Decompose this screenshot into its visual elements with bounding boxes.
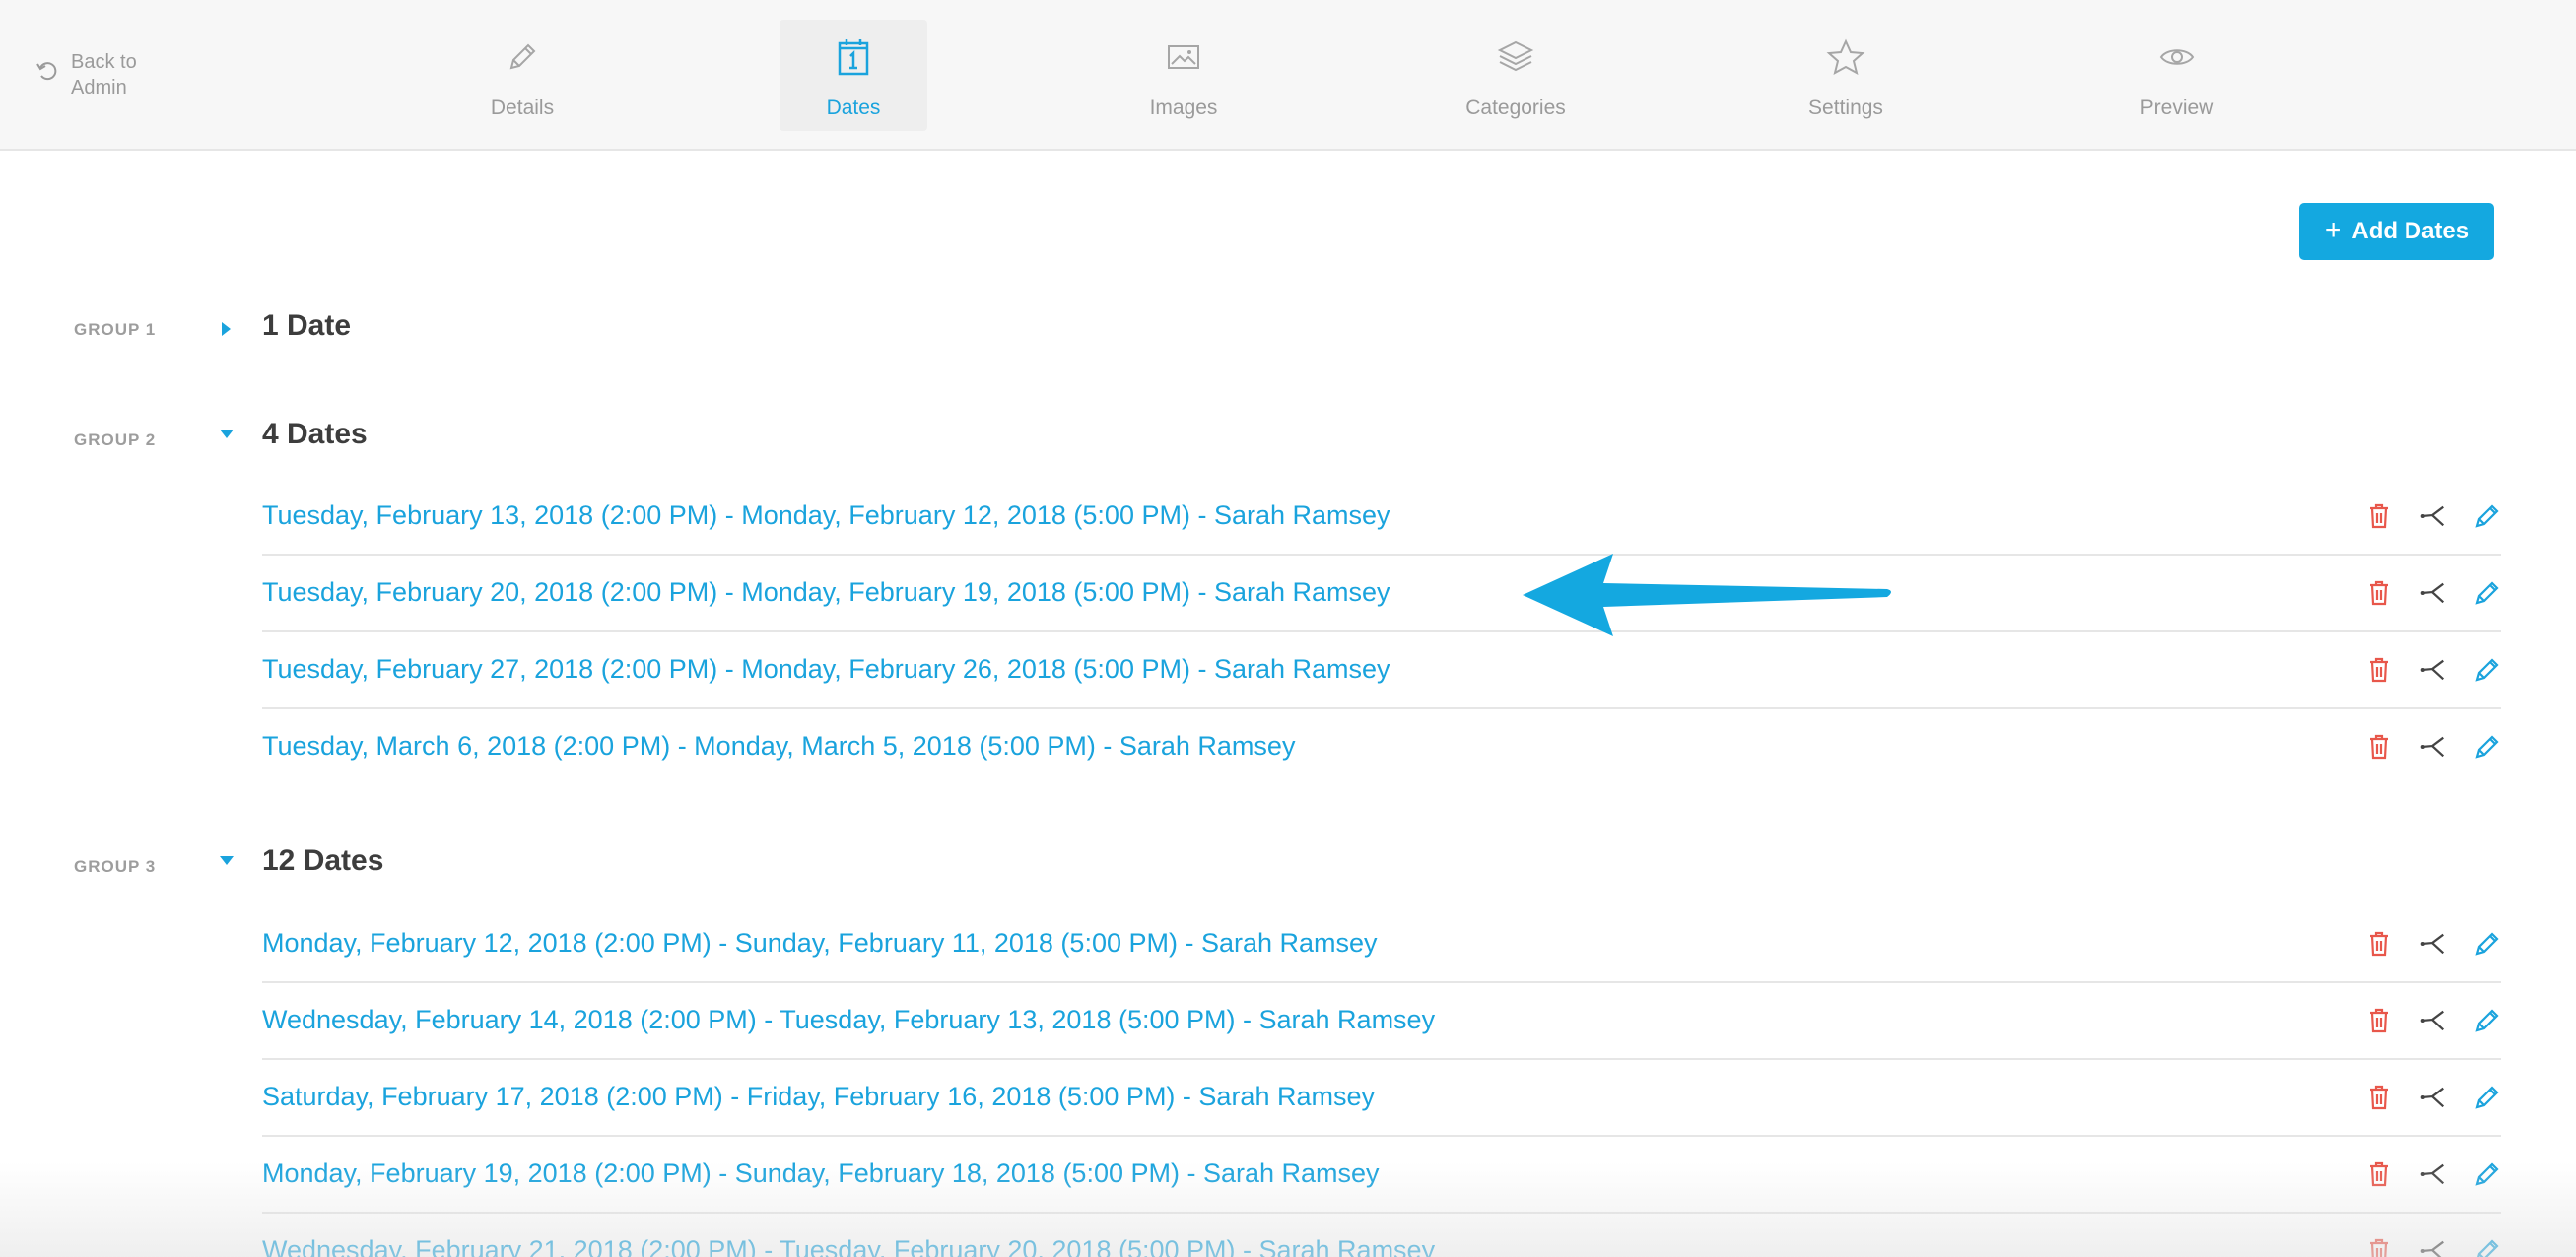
date-row-link[interactable]: Monday, February 12, 2018 (2:00 PM) - Su… bbox=[262, 928, 1378, 959]
arrow-left-icon bbox=[1523, 554, 1891, 636]
add-dates-button[interactable]: + Add Dates bbox=[2299, 203, 2494, 260]
undo-icon bbox=[36, 62, 57, 81]
date-row-link[interactable]: Tuesday, February 13, 2018 (2:00 PM) - M… bbox=[262, 500, 1390, 531]
tab-images-label: Images bbox=[1149, 97, 1218, 119]
eye-icon bbox=[2158, 35, 2196, 79]
group-2-title[interactable]: 4 Dates bbox=[262, 418, 368, 451]
date-row: Tuesday, March 6, 2018 (2:00 PM) - Monda… bbox=[262, 709, 2501, 786]
date-row: Monday, February 19, 2018 (2:00 PM) - Su… bbox=[262, 1137, 2501, 1214]
back-to-admin-label: Back to Admin bbox=[71, 51, 137, 99]
date-row: Wednesday, February 21, 2018 (2:00 PM) -… bbox=[262, 1214, 2501, 1257]
trash-icon[interactable] bbox=[2365, 1235, 2393, 1257]
edit-pencil-icon[interactable] bbox=[2474, 1005, 2501, 1036]
tab-preview-label: Preview bbox=[2139, 97, 2214, 119]
group-3-title[interactable]: 12 Dates bbox=[262, 844, 383, 878]
share-icon[interactable] bbox=[2419, 654, 2447, 686]
date-row-link[interactable]: Tuesday, February 27, 2018 (2:00 PM) - M… bbox=[262, 654, 1390, 685]
date-row: Tuesday, February 27, 2018 (2:00 PM) - M… bbox=[262, 632, 2501, 709]
edit-pencil-icon[interactable] bbox=[2474, 1235, 2501, 1257]
tab-categories-label: Categories bbox=[1465, 97, 1566, 119]
edit-pencil-icon[interactable] bbox=[2474, 1158, 2501, 1190]
date-row-link[interactable]: Tuesday, March 6, 2018 (2:00 PM) - Monda… bbox=[262, 731, 1295, 761]
edit-pencil-icon[interactable] bbox=[2474, 928, 2501, 959]
back-to-admin-button[interactable]: Back to Admin bbox=[35, 49, 160, 100]
edit-pencil-icon[interactable] bbox=[2474, 731, 2501, 762]
date-row: Tuesday, February 13, 2018 (2:00 PM) - M… bbox=[262, 479, 2501, 556]
group-1-label: GROUP 1 bbox=[74, 320, 157, 339]
tab-categories[interactable]: Categories bbox=[1442, 20, 1590, 131]
caret-right-icon[interactable] bbox=[218, 320, 234, 343]
trash-icon[interactable] bbox=[2365, 500, 2393, 532]
trash-icon[interactable] bbox=[2365, 654, 2393, 686]
trash-icon[interactable] bbox=[2365, 577, 2393, 609]
trash-icon[interactable] bbox=[2365, 1158, 2393, 1190]
tab-details[interactable]: Details bbox=[448, 20, 596, 131]
caret-down-icon[interactable] bbox=[218, 853, 236, 874]
date-row: Tuesday, February 20, 2018 (2:00 PM) - M… bbox=[262, 556, 2501, 632]
date-row: Monday, February 12, 2018 (2:00 PM) - Su… bbox=[262, 906, 2501, 983]
date-row-link[interactable]: Tuesday, February 20, 2018 (2:00 PM) - M… bbox=[262, 577, 1390, 608]
star-icon bbox=[1826, 35, 1865, 79]
group-1-title[interactable]: 1 Date bbox=[262, 309, 351, 343]
date-row-link[interactable]: Saturday, February 17, 2018 (2:00 PM) - … bbox=[262, 1082, 1375, 1112]
share-icon[interactable] bbox=[2419, 1235, 2447, 1257]
pencil-icon bbox=[505, 35, 540, 79]
trash-icon[interactable] bbox=[2365, 928, 2393, 959]
tab-settings-label: Settings bbox=[1808, 97, 1883, 119]
group-3-label: GROUP 3 bbox=[74, 857, 157, 876]
date-row: Wednesday, February 14, 2018 (2:00 PM) -… bbox=[262, 983, 2501, 1060]
tab-preview[interactable]: Preview bbox=[2103, 20, 2251, 131]
caret-down-icon[interactable] bbox=[218, 427, 236, 447]
edit-pencil-icon[interactable] bbox=[2474, 1082, 2501, 1113]
tab-dates[interactable]: Dates bbox=[780, 20, 927, 131]
tab-images[interactable]: Images bbox=[1110, 20, 1257, 131]
edit-pencil-icon[interactable] bbox=[2474, 577, 2501, 609]
share-icon[interactable] bbox=[2419, 1158, 2447, 1190]
calendar-icon bbox=[837, 35, 870, 79]
group-2-label: GROUP 2 bbox=[74, 430, 157, 449]
date-row-link[interactable]: Wednesday, February 14, 2018 (2:00 PM) -… bbox=[262, 1005, 1435, 1035]
share-icon[interactable] bbox=[2419, 731, 2447, 762]
plus-icon: + bbox=[2324, 213, 2342, 246]
top-nav: Back to Admin Details Dates Images Categ… bbox=[0, 0, 2576, 151]
share-icon[interactable] bbox=[2419, 577, 2447, 609]
share-icon[interactable] bbox=[2419, 500, 2447, 532]
trash-icon[interactable] bbox=[2365, 1082, 2393, 1113]
tab-settings[interactable]: Settings bbox=[1772, 20, 1920, 131]
image-icon bbox=[1166, 35, 1201, 79]
layers-icon bbox=[1496, 35, 1535, 79]
trash-icon[interactable] bbox=[2365, 1005, 2393, 1036]
date-row: Saturday, February 17, 2018 (2:00 PM) - … bbox=[262, 1060, 2501, 1137]
edit-pencil-icon[interactable] bbox=[2474, 654, 2501, 686]
tab-dates-label: Dates bbox=[826, 97, 881, 119]
date-row-link[interactable]: Monday, February 19, 2018 (2:00 PM) - Su… bbox=[262, 1158, 1380, 1189]
share-icon[interactable] bbox=[2419, 1005, 2447, 1036]
share-icon[interactable] bbox=[2419, 1082, 2447, 1113]
date-row-link[interactable]: Wednesday, February 21, 2018 (2:00 PM) -… bbox=[262, 1235, 1435, 1257]
tab-details-label: Details bbox=[490, 97, 555, 119]
add-dates-label: Add Dates bbox=[2351, 218, 2470, 244]
edit-pencil-icon[interactable] bbox=[2474, 500, 2501, 532]
share-icon[interactable] bbox=[2419, 928, 2447, 959]
trash-icon[interactable] bbox=[2365, 731, 2393, 762]
